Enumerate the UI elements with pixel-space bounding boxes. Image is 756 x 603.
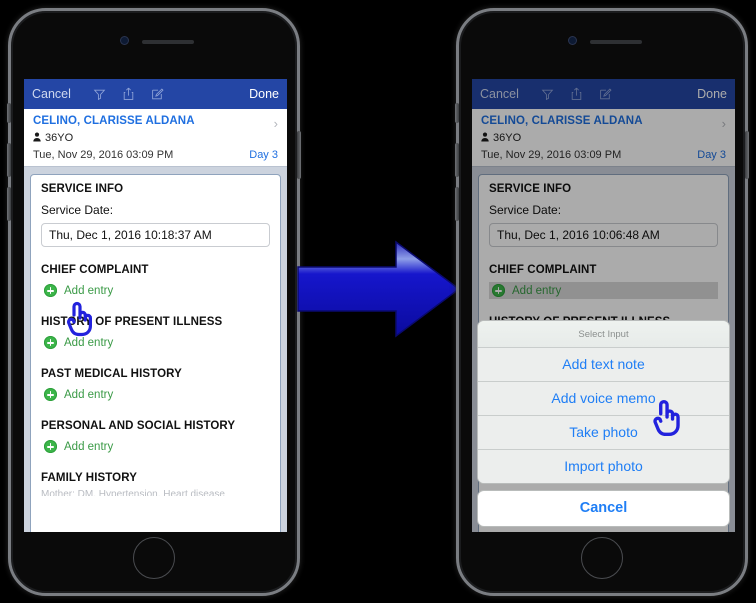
phone-screen-left: Cancel Done CELINO, CLARISSE ALDANA 36YO… (24, 79, 287, 532)
action-sheet-cancel-button[interactable]: Cancel (477, 490, 730, 527)
power-button-right[interactable] (745, 131, 749, 179)
plus-circle-icon (44, 440, 57, 453)
add-entry-label: Add entry (512, 284, 562, 297)
form-card-left: SERVICE INFO Service Date: Thu, Dec 1, 2… (30, 174, 281, 532)
navigation-bar-right: Cancel Done (472, 79, 735, 109)
patient-datetime-left: Tue, Nov 29, 2016 03:09 PM (33, 149, 174, 161)
add-entry-pmh-left[interactable]: Add entry (41, 386, 270, 403)
screenshot-stage: Cancel Done CELINO, CLARISSE ALDANA 36YO… (0, 0, 756, 603)
section-personal-social-history-left: PERSONAL AND SOCIAL HISTORY Add entry (41, 420, 270, 455)
add-entry-chief-complaint-left[interactable]: Add entry (41, 282, 270, 299)
section-title-service-info-right: SERVICE INFO (489, 183, 572, 195)
plus-circle-icon (44, 336, 57, 349)
patient-meta-right: Tue, Nov 29, 2016 03:09 PM Day 3 (481, 149, 726, 161)
section-title-family-history-left: FAMILY HISTORY (41, 472, 137, 484)
silent-switch-left[interactable] (7, 103, 11, 123)
section-past-medical-history-left: PAST MEDICAL HISTORY Add entry (41, 368, 270, 403)
service-date-label-left: Service Date: (41, 203, 114, 217)
patient-header-left[interactable]: CELINO, CLARISSE ALDANA 36YO Tue, Nov 29… (24, 109, 287, 167)
chevron-right-icon[interactable]: › (722, 117, 726, 130)
silent-switch-right[interactable] (455, 103, 459, 123)
add-entry-label: Add entry (64, 284, 114, 297)
earpiece-speaker-right (590, 40, 642, 44)
service-date-field-right[interactable]: Thu, Dec 1, 2016 10:06:48 AM (489, 223, 718, 247)
patient-age-right: 36YO (493, 132, 522, 144)
section-title-chief-complaint-left: CHIEF COMPLAINT (41, 264, 149, 276)
add-entry-label: Add entry (64, 388, 114, 401)
navbar-icon-group-left (93, 87, 164, 101)
action-sheet: Select Input Add text note Add voice mem… (477, 320, 730, 527)
form-backdrop-left: SERVICE INFO Service Date: Thu, Dec 1, 2… (24, 167, 287, 532)
right-arrow-icon (296, 237, 461, 341)
cancel-button-left[interactable]: Cancel (32, 87, 71, 101)
section-title-chief-complaint-right: CHIEF COMPLAINT (489, 264, 597, 276)
earpiece-speaker-left (142, 40, 194, 44)
front-camera-icon-left (121, 37, 128, 44)
day-badge-right: Day 3 (697, 149, 726, 161)
patient-name-left: CELINO, CLARISSE ALDANA (33, 115, 195, 127)
section-family-history-left: FAMILY HISTORY Mother: DM, Hypertension,… (41, 472, 270, 496)
share-icon[interactable] (122, 87, 135, 101)
section-title-service-info-left: SERVICE INFO (41, 183, 124, 195)
section-title-psh-left: PERSONAL AND SOCIAL HISTORY (41, 420, 236, 432)
section-chief-complaint-left: CHIEF COMPLAINT Add entry (41, 264, 270, 299)
plus-circle-icon (492, 284, 505, 297)
plus-circle-icon (44, 388, 57, 401)
volume-down-button-left[interactable] (7, 187, 11, 221)
volume-up-button-left[interactable] (7, 143, 11, 177)
volume-down-button-right[interactable] (455, 187, 459, 221)
section-history-present-illness-left: HISTORY OF PRESENT ILLNESS Add entry (41, 316, 270, 351)
compose-icon[interactable] (151, 87, 164, 101)
service-date-label-right: Service Date: (489, 203, 562, 217)
add-entry-hpi-left[interactable]: Add entry (41, 334, 270, 351)
navigation-bar-left: Cancel Done (24, 79, 287, 109)
section-chief-complaint-right: CHIEF COMPLAINT Add entry (489, 264, 718, 299)
done-button-left[interactable]: Done (249, 87, 279, 101)
action-sheet-option-take-photo[interactable]: Take photo (478, 416, 729, 450)
service-date-field-left[interactable]: Thu, Dec 1, 2016 10:18:37 AM (41, 223, 270, 247)
family-history-clipped-text-left: Mother: DM, Hypertension, Heart disease (41, 489, 225, 496)
patient-meta-left: Tue, Nov 29, 2016 03:09 PM Day 3 (33, 149, 278, 161)
action-sheet-options-group: Select Input Add text note Add voice mem… (477, 320, 730, 484)
patient-header-right[interactable]: CELINO, CLARISSE ALDANA 36YO Tue, Nov 29… (472, 109, 735, 167)
section-title-pmh-left: PAST MEDICAL HISTORY (41, 368, 182, 380)
volume-up-button-right[interactable] (455, 143, 459, 177)
section-title-hpi-left: HISTORY OF PRESENT ILLNESS (41, 316, 223, 328)
plus-circle-icon (44, 284, 57, 297)
phone-device-right: Cancel Done CELINO, CLARISSE ALDANA 36YO… (455, 8, 749, 596)
person-icon (33, 129, 41, 147)
phone-screen-right: Cancel Done CELINO, CLARISSE ALDANA 36YO… (472, 79, 735, 532)
patient-datetime-right: Tue, Nov 29, 2016 03:09 PM (481, 149, 622, 161)
filter-icon[interactable] (541, 88, 554, 101)
filter-icon[interactable] (93, 88, 106, 101)
patient-age-row-left: 36YO (33, 129, 278, 147)
patient-name-right: CELINO, CLARISSE ALDANA (481, 115, 643, 127)
patient-age-left: 36YO (45, 132, 74, 144)
action-sheet-option-add-text-note[interactable]: Add text note (478, 348, 729, 382)
front-camera-icon-right (569, 37, 576, 44)
home-button-left[interactable] (133, 537, 175, 579)
add-entry-label: Add entry (64, 440, 114, 453)
power-button-left[interactable] (297, 131, 301, 179)
day-badge-left: Day 3 (249, 149, 278, 161)
cancel-button-right[interactable]: Cancel (480, 87, 519, 101)
action-sheet-option-add-voice-memo[interactable]: Add voice memo (478, 382, 729, 416)
done-button-right[interactable]: Done (697, 87, 727, 101)
add-entry-psh-left[interactable]: Add entry (41, 438, 270, 455)
navbar-icon-group-right (541, 87, 612, 101)
add-entry-label: Add entry (64, 336, 114, 349)
action-sheet-option-import-photo[interactable]: Import photo (478, 450, 729, 483)
phone-device-left: Cancel Done CELINO, CLARISSE ALDANA 36YO… (7, 8, 301, 596)
patient-age-row-right: 36YO (481, 129, 726, 147)
home-button-right[interactable] (581, 537, 623, 579)
add-entry-chief-complaint-right[interactable]: Add entry (489, 282, 718, 299)
person-icon (481, 129, 489, 147)
chevron-right-icon[interactable]: › (274, 117, 278, 130)
action-sheet-title: Select Input (478, 321, 729, 348)
compose-icon[interactable] (599, 87, 612, 101)
share-icon[interactable] (570, 87, 583, 101)
